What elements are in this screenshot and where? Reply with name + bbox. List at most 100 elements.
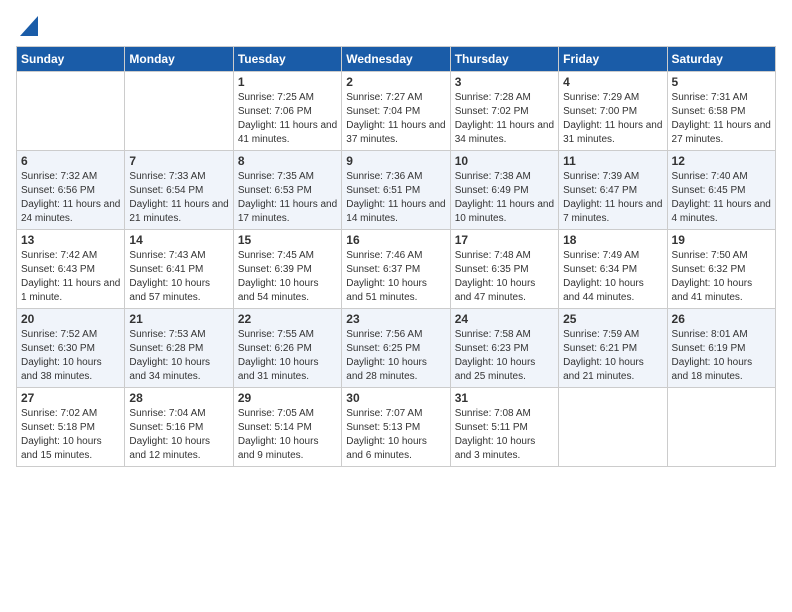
day-info: Sunrise: 7:49 AM Sunset: 6:34 PM Dayligh… <box>563 249 662 305</box>
day-of-week-header: Sunday <box>17 47 125 72</box>
calendar-cell: 11 Sunrise: 7:39 AM Sunset: 6:47 PM Dayli… <box>559 151 667 230</box>
day-number: 22 <box>238 312 337 326</box>
day-number: 26 <box>672 312 771 326</box>
day-number: 1 <box>238 75 337 89</box>
day-number: 31 <box>455 391 554 405</box>
day-info: Sunrise: 7:42 AM Sunset: 6:43 PM Dayligh… <box>21 249 120 305</box>
day-number: 16 <box>346 233 445 247</box>
calendar-cell: 22 Sunrise: 7:55 AM Sunset: 6:26 PM Dayli… <box>233 309 341 388</box>
day-number: 11 <box>563 154 662 168</box>
calendar-week-row: 1 Sunrise: 7:25 AM Sunset: 7:06 PM Daylig… <box>17 72 776 151</box>
day-number: 14 <box>129 233 228 247</box>
day-of-week-header: Thursday <box>450 47 558 72</box>
day-number: 20 <box>21 312 120 326</box>
day-number: 27 <box>21 391 120 405</box>
day-info: Sunrise: 7:36 AM Sunset: 6:51 PM Dayligh… <box>346 170 445 226</box>
day-info: Sunrise: 7:40 AM Sunset: 6:45 PM Dayligh… <box>672 170 771 226</box>
day-info: Sunrise: 7:48 AM Sunset: 6:35 PM Dayligh… <box>455 249 554 305</box>
day-of-week-header: Tuesday <box>233 47 341 72</box>
day-info: Sunrise: 7:25 AM Sunset: 7:06 PM Dayligh… <box>238 91 337 147</box>
calendar-cell: 2Sunrise: 7:27 AM Sunset: 7:04 PM Daylig… <box>342 72 450 151</box>
calendar-header-row: SundayMondayTuesdayWednesdayThursdayFrid… <box>17 47 776 72</box>
day-info: Sunrise: 7:53 AM Sunset: 6:28 PM Dayligh… <box>129 328 228 384</box>
day-of-week-header: Friday <box>559 47 667 72</box>
day-info: Sunrise: 7:33 AM Sunset: 6:54 PM Dayligh… <box>129 170 228 226</box>
calendar-cell: 26 Sunrise: 8:01 AM Sunset: 6:19 PM Dayli… <box>667 309 775 388</box>
calendar-cell: 15 Sunrise: 7:45 AM Sunset: 6:39 PM Dayli… <box>233 230 341 309</box>
calendar-cell: 6 Sunrise: 7:32 AM Sunset: 6:56 PM Daylig… <box>17 151 125 230</box>
calendar-cell <box>125 72 233 151</box>
day-info: Sunrise: 7:58 AM Sunset: 6:23 PM Dayligh… <box>455 328 554 384</box>
day-number: 2 <box>346 75 445 89</box>
day-number: 7 <box>129 154 228 168</box>
day-info: Sunrise: 7:38 AM Sunset: 6:49 PM Dayligh… <box>455 170 554 226</box>
calendar-table: SundayMondayTuesdayWednesdayThursdayFrid… <box>16 46 776 467</box>
day-number: 8 <box>238 154 337 168</box>
day-info: Sunrise: 7:46 AM Sunset: 6:37 PM Dayligh… <box>346 249 445 305</box>
calendar-cell: 12 Sunrise: 7:40 AM Sunset: 6:45 PM Dayli… <box>667 151 775 230</box>
calendar-week-row: 20 Sunrise: 7:52 AM Sunset: 6:30 PM Dayli… <box>17 309 776 388</box>
day-number: 4 <box>563 75 662 89</box>
logo <box>16 16 38 36</box>
day-number: 10 <box>455 154 554 168</box>
calendar-cell: 18 Sunrise: 7:49 AM Sunset: 6:34 PM Dayli… <box>559 230 667 309</box>
calendar-cell: 23 Sunrise: 7:56 AM Sunset: 6:25 PM Dayli… <box>342 309 450 388</box>
day-info: Sunrise: 7:39 AM Sunset: 6:47 PM Dayligh… <box>563 170 662 226</box>
day-info: Sunrise: 7:32 AM Sunset: 6:56 PM Dayligh… <box>21 170 120 226</box>
day-info: Sunrise: 7:07 AM Sunset: 5:13 PM Dayligh… <box>346 407 445 463</box>
day-of-week-header: Monday <box>125 47 233 72</box>
calendar-week-row: 6 Sunrise: 7:32 AM Sunset: 6:56 PM Daylig… <box>17 151 776 230</box>
calendar-cell: 27 Sunrise: 7:02 AM Sunset: 5:18 PM Dayli… <box>17 388 125 467</box>
day-number: 3 <box>455 75 554 89</box>
page-header <box>16 16 776 36</box>
day-number: 5 <box>672 75 771 89</box>
day-info: Sunrise: 7:45 AM Sunset: 6:39 PM Dayligh… <box>238 249 337 305</box>
calendar-cell: 14 Sunrise: 7:43 AM Sunset: 6:41 PM Dayli… <box>125 230 233 309</box>
calendar-cell: 9Sunrise: 7:36 AM Sunset: 6:51 PM Daylig… <box>342 151 450 230</box>
day-info: Sunrise: 7:29 AM Sunset: 7:00 PM Dayligh… <box>563 91 662 147</box>
day-info: Sunrise: 7:31 AM Sunset: 6:58 PM Dayligh… <box>672 91 771 147</box>
day-info: Sunrise: 7:55 AM Sunset: 6:26 PM Dayligh… <box>238 328 337 384</box>
day-number: 17 <box>455 233 554 247</box>
calendar-cell: 1 Sunrise: 7:25 AM Sunset: 7:06 PM Daylig… <box>233 72 341 151</box>
day-info: Sunrise: 7:35 AM Sunset: 6:53 PM Dayligh… <box>238 170 337 226</box>
day-number: 24 <box>455 312 554 326</box>
logo-icon <box>20 16 38 36</box>
day-info: Sunrise: 7:02 AM Sunset: 5:18 PM Dayligh… <box>21 407 120 463</box>
day-info: Sunrise: 7:05 AM Sunset: 5:14 PM Dayligh… <box>238 407 337 463</box>
calendar-cell: 28Sunrise: 7:04 AM Sunset: 5:16 PM Dayli… <box>125 388 233 467</box>
calendar-cell: 20 Sunrise: 7:52 AM Sunset: 6:30 PM Dayli… <box>17 309 125 388</box>
day-number: 30 <box>346 391 445 405</box>
calendar-cell: 3Sunrise: 7:28 AM Sunset: 7:02 PM Daylig… <box>450 72 558 151</box>
calendar-cell: 29 Sunrise: 7:05 AM Sunset: 5:14 PM Dayli… <box>233 388 341 467</box>
calendar-week-row: 13 Sunrise: 7:42 AM Sunset: 6:43 PM Dayli… <box>17 230 776 309</box>
day-info: Sunrise: 7:56 AM Sunset: 6:25 PM Dayligh… <box>346 328 445 384</box>
calendar-cell: 4 Sunrise: 7:29 AM Sunset: 7:00 PM Daylig… <box>559 72 667 151</box>
calendar-cell: 7 Sunrise: 7:33 AM Sunset: 6:54 PM Daylig… <box>125 151 233 230</box>
day-number: 23 <box>346 312 445 326</box>
calendar-cell: 16 Sunrise: 7:46 AM Sunset: 6:37 PM Dayli… <box>342 230 450 309</box>
day-info: Sunrise: 7:59 AM Sunset: 6:21 PM Dayligh… <box>563 328 662 384</box>
calendar-cell: 24 Sunrise: 7:58 AM Sunset: 6:23 PM Dayli… <box>450 309 558 388</box>
calendar-cell: 10 Sunrise: 7:38 AM Sunset: 6:49 PM Dayli… <box>450 151 558 230</box>
day-info: Sunrise: 7:52 AM Sunset: 6:30 PM Dayligh… <box>21 328 120 384</box>
calendar-cell: 17 Sunrise: 7:48 AM Sunset: 6:35 PM Dayli… <box>450 230 558 309</box>
day-number: 29 <box>238 391 337 405</box>
calendar-week-row: 27 Sunrise: 7:02 AM Sunset: 5:18 PM Dayli… <box>17 388 776 467</box>
day-info: Sunrise: 7:50 AM Sunset: 6:32 PM Dayligh… <box>672 249 771 305</box>
calendar-cell: 5 Sunrise: 7:31 AM Sunset: 6:58 PM Daylig… <box>667 72 775 151</box>
day-of-week-header: Wednesday <box>342 47 450 72</box>
day-number: 18 <box>563 233 662 247</box>
calendar-cell: 13 Sunrise: 7:42 AM Sunset: 6:43 PM Dayli… <box>17 230 125 309</box>
day-number: 13 <box>21 233 120 247</box>
day-number: 12 <box>672 154 771 168</box>
day-info: Sunrise: 8:01 AM Sunset: 6:19 PM Dayligh… <box>672 328 771 384</box>
day-number: 19 <box>672 233 771 247</box>
day-number: 6 <box>21 154 120 168</box>
calendar-cell: 8 Sunrise: 7:35 AM Sunset: 6:53 PM Daylig… <box>233 151 341 230</box>
day-number: 15 <box>238 233 337 247</box>
calendar-cell: 30 Sunrise: 7:07 AM Sunset: 5:13 PM Dayli… <box>342 388 450 467</box>
day-number: 28 <box>129 391 228 405</box>
calendar-cell <box>559 388 667 467</box>
day-info: Sunrise: 7:43 AM Sunset: 6:41 PM Dayligh… <box>129 249 228 305</box>
